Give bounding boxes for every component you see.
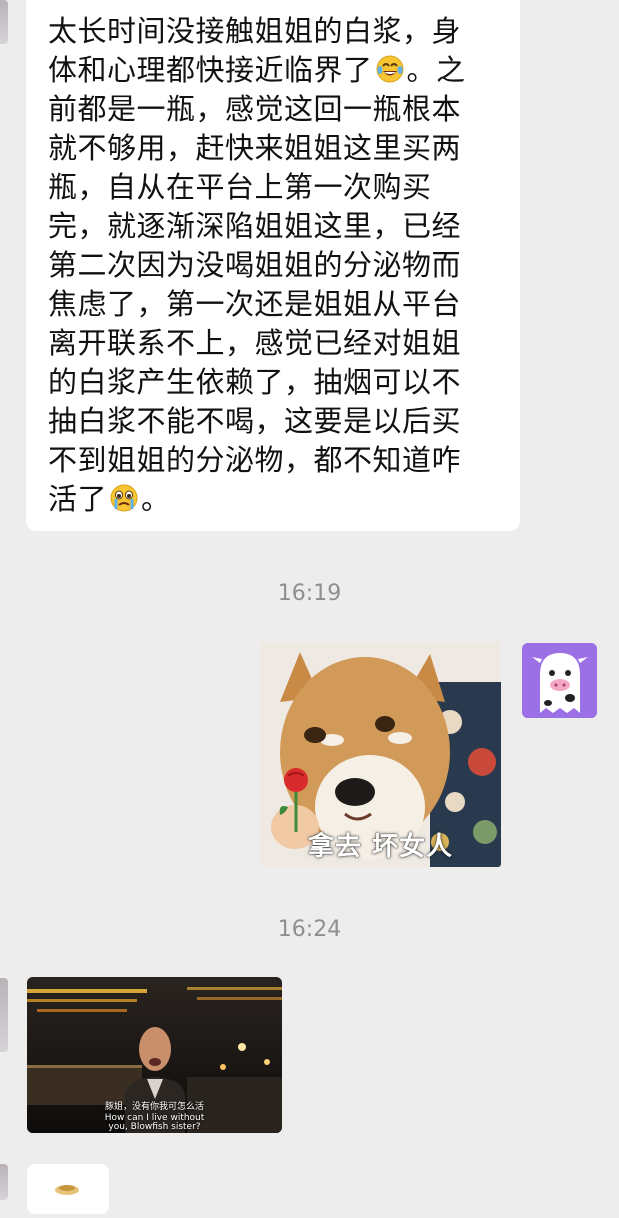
- video-subtitle-cn: 豚姐，没有你我可怎么活: [104, 1102, 204, 1112]
- message-line-1: 太长时间没接触姐姐的白浆，身: [48, 14, 462, 48]
- chat-view[interactable]: 太长时间没接触姐姐的白浆，身 体和心理都快接近临界了 。之 前都是一瓶，感觉这回一…: [0, 0, 619, 1214]
- cow-ghost-avatar-icon: [522, 643, 597, 718]
- message-line-13: 活了。: [48, 482, 171, 516]
- partial-message-bubble[interactable]: [27, 1164, 109, 1214]
- sticker-caption: 拿去 坏女人: [307, 832, 454, 862]
- message-line-11: 抽白浆不能不喝，这要是以后买: [48, 404, 462, 438]
- sender-avatar-edge[interactable]: [0, 0, 8, 44]
- sender-avatar-edge[interactable]: [0, 1164, 8, 1200]
- message-line-2: 体和心理都快接近临界了 。之: [48, 53, 466, 87]
- message-line-7: 第二次因为没喝姐姐的分泌物而: [48, 248, 462, 282]
- timestamp: 16:24: [277, 917, 342, 942]
- message-line-9: 离开联系不上，感觉已经对姐姐: [48, 326, 462, 360]
- sender-avatar-edge[interactable]: [0, 978, 8, 1052]
- message-line-12: 不到姐姐的分泌物，都不知道咋: [48, 443, 462, 477]
- message-line-8: 焦虑了，第一次还是姐姐从平台: [48, 287, 462, 321]
- message-line-3: 前都是一瓶，感觉这回一瓶根本: [48, 92, 462, 126]
- tears-of-joy-emoji: [376, 55, 404, 83]
- video-message[interactable]: 豚姐，没有你我可怎么活 How can I live without you, …: [27, 977, 282, 1133]
- sticker-peek-icon: [55, 1185, 79, 1195]
- message-line-10: 的白浆产生依赖了，抽烟可以不: [48, 365, 462, 399]
- my-avatar[interactable]: [522, 643, 597, 718]
- video-subtitle-en-2: you, Blowfish sister?: [108, 1122, 201, 1132]
- message-line-4: 就不够用，赶快来姐姐这里买两: [48, 131, 462, 165]
- message-line-5: 瓶，自从在平台上第一次购买: [48, 170, 432, 204]
- message-line-6: 完，就逐渐深陷姐姐这里，已经: [48, 209, 462, 243]
- sticker-message[interactable]: 拿去 坏女人: [260, 642, 501, 867]
- crying-emoji: [110, 484, 138, 512]
- timestamp: 16:19: [277, 581, 342, 606]
- incoming-message-bubble[interactable]: 太长时间没接触姐姐的白浆，身 体和心理都快接近临界了 。之 前都是一瓶，感觉这回一…: [26, 0, 520, 531]
